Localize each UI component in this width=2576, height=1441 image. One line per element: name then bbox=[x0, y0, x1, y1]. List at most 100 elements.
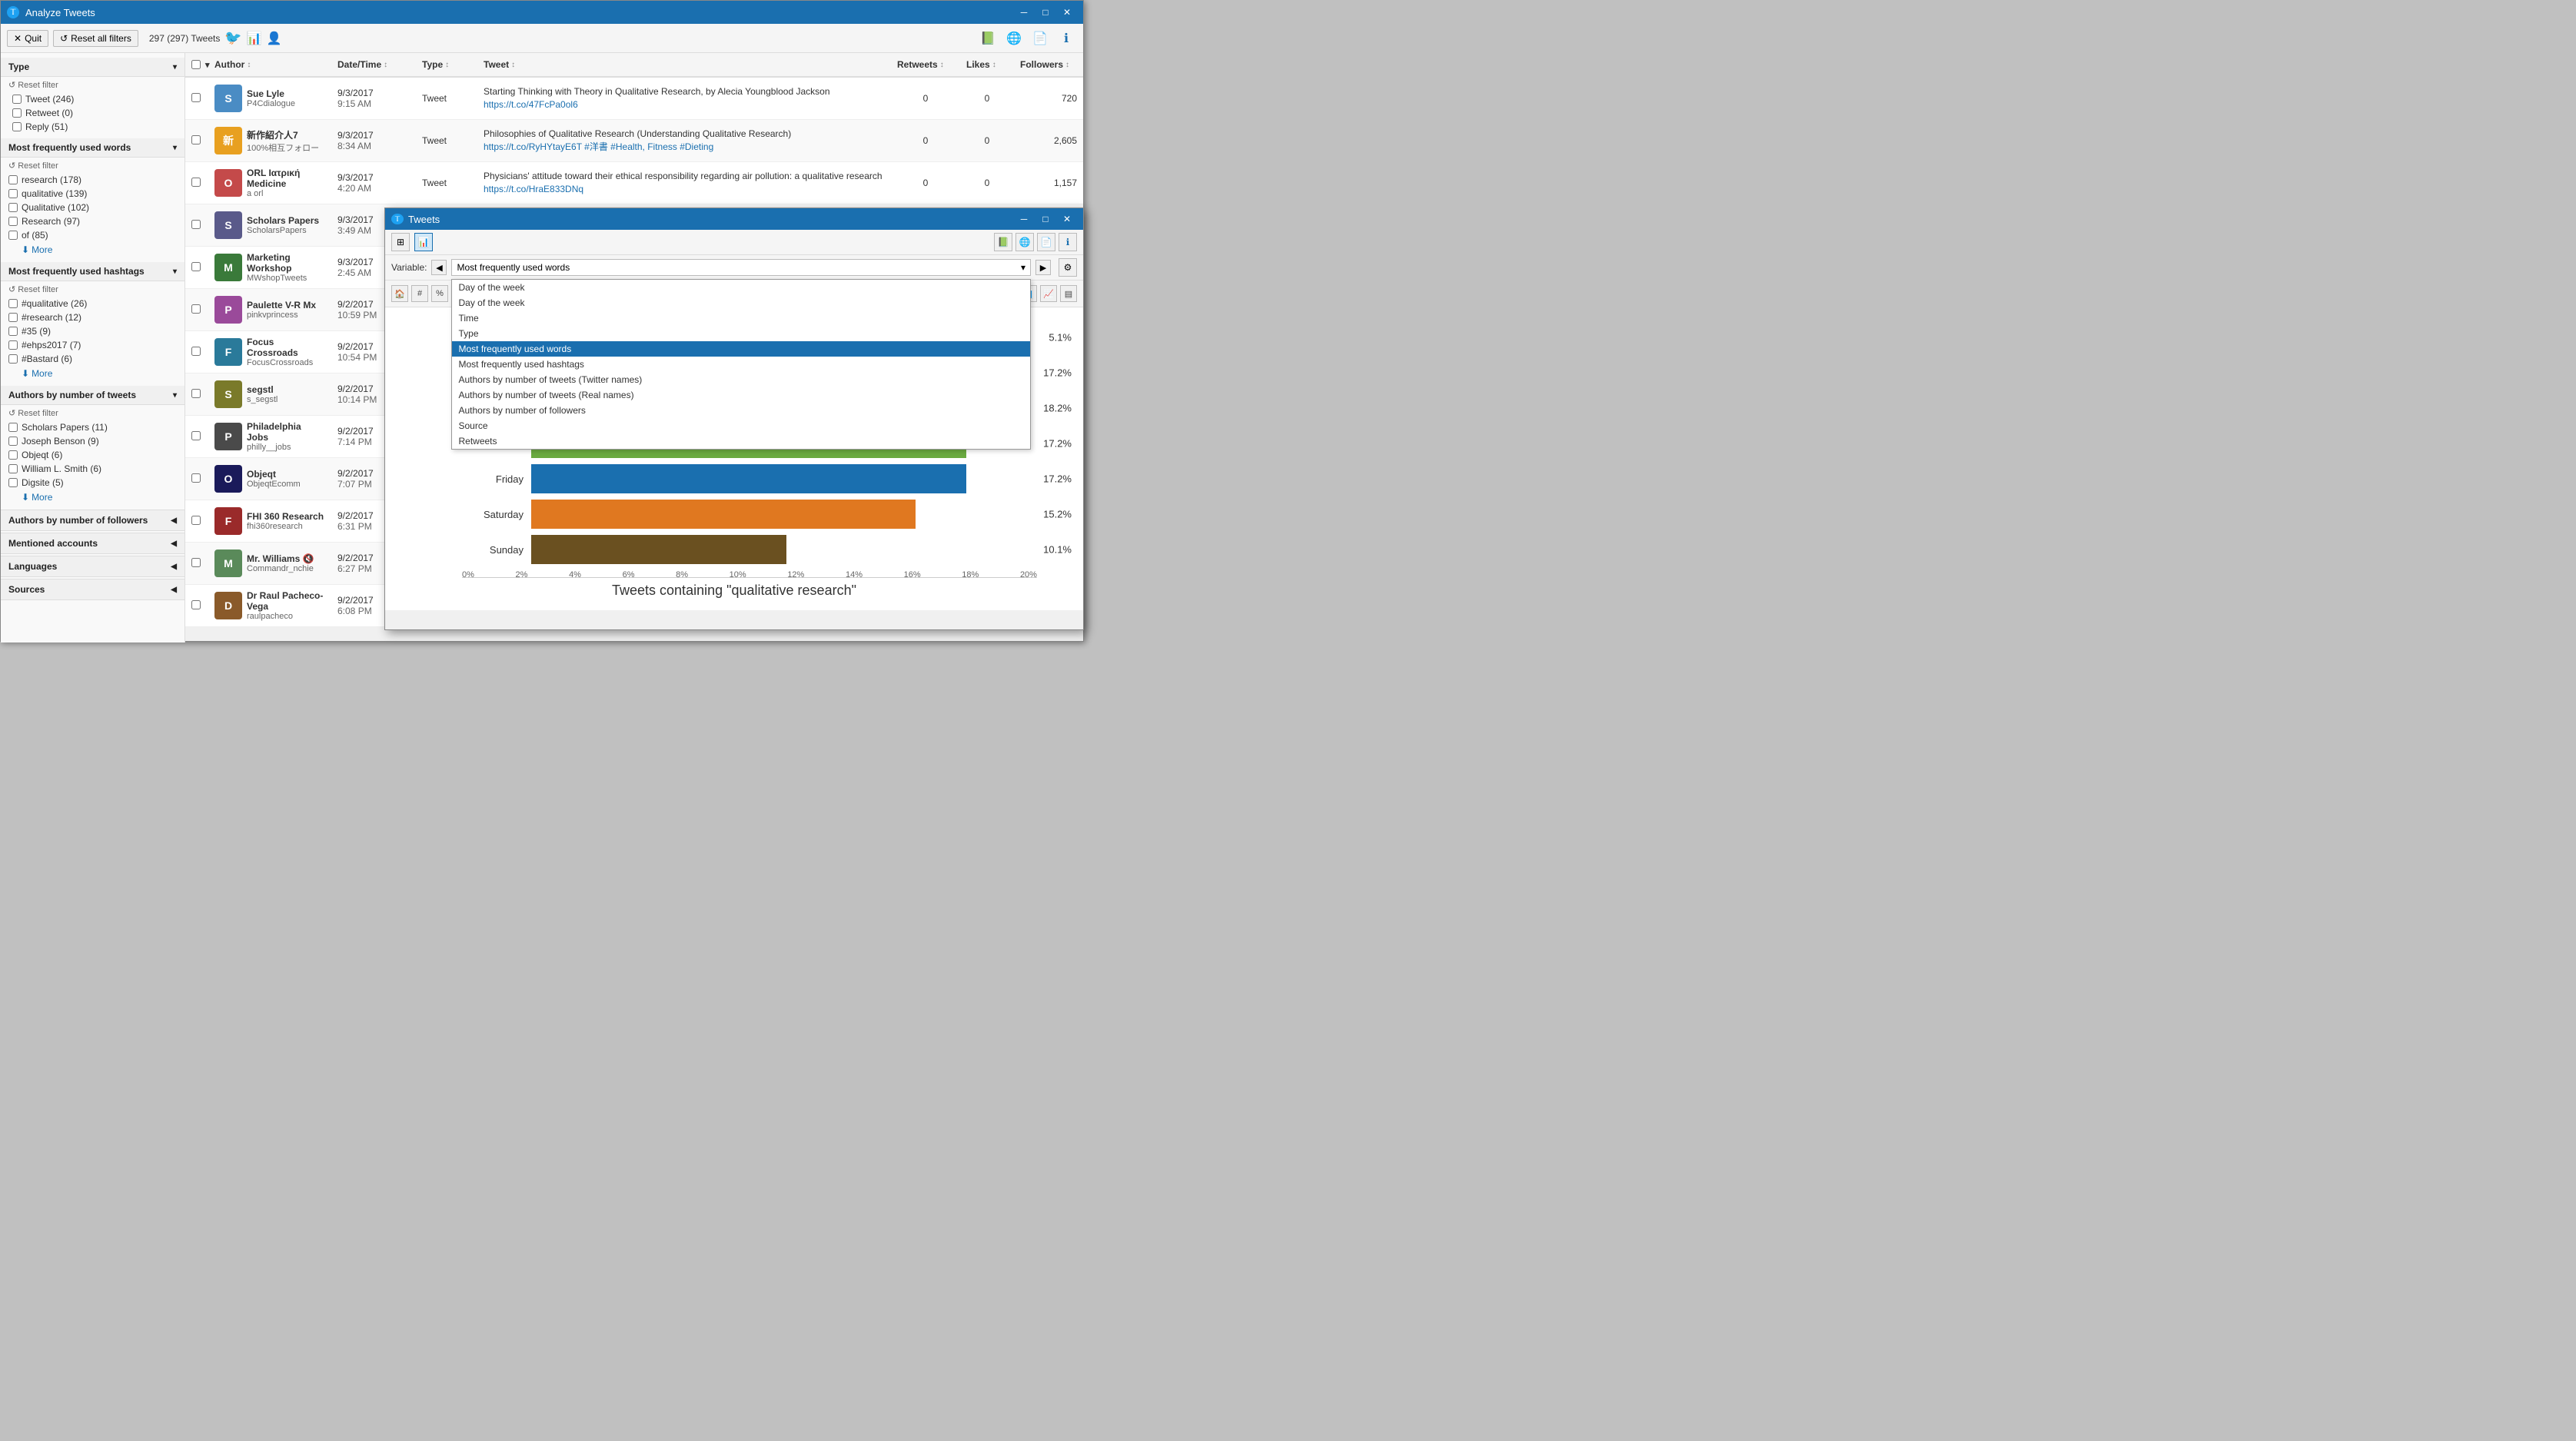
hashtags-more[interactable]: ⬇ More bbox=[22, 366, 177, 381]
dropdown-most-words[interactable]: Most frequently used words bbox=[452, 341, 1030, 357]
tweet-link[interactable]: https://t.co/47FcPa0ol6 bbox=[484, 99, 578, 110]
row-checkbox[interactable] bbox=[191, 600, 201, 609]
word-of-checkbox[interactable] bbox=[8, 231, 18, 240]
col-header-author[interactable]: Author ↕ bbox=[208, 55, 331, 75]
hashtag-research-checkbox[interactable] bbox=[8, 313, 18, 322]
export-icon[interactable]: 📊 bbox=[247, 31, 262, 46]
author-objeqt[interactable]: Objeqt (6) bbox=[8, 448, 177, 462]
author-digsite-checkbox[interactable] bbox=[8, 478, 18, 487]
author-william-smith[interactable]: William L. Smith (6) bbox=[8, 462, 177, 476]
table-view-button[interactable]: ⊞ bbox=[391, 233, 410, 251]
dropdown-retweets[interactable]: Retweets bbox=[452, 433, 1030, 449]
tweets-pdf-button[interactable]: 📄 bbox=[1037, 233, 1055, 251]
tweets-web-button[interactable]: 🌐 bbox=[1015, 233, 1034, 251]
twitter-icon[interactable]: 🐦 bbox=[224, 30, 241, 46]
dropdown-time[interactable]: Time bbox=[452, 310, 1030, 326]
col-header-type[interactable]: Type ↕ bbox=[416, 55, 477, 75]
hashtag-qualitative[interactable]: #qualitative (26) bbox=[8, 297, 177, 310]
tweet-checkbox[interactable] bbox=[12, 95, 22, 104]
filter-tweet[interactable]: Tweet (246) bbox=[12, 92, 177, 106]
alt-chart-btn[interactable]: ▤ bbox=[1060, 285, 1077, 302]
table-row[interactable]: O ORL Ιατρική Medicine a orl 9/3/2017 4:… bbox=[185, 162, 1083, 204]
author-scholars-papers[interactable]: Scholars Papers (11) bbox=[8, 420, 177, 434]
maximize-button[interactable]: □ bbox=[1035, 5, 1055, 20]
hashtag-research[interactable]: #research (12) bbox=[8, 310, 177, 324]
row-checkbox[interactable] bbox=[191, 93, 201, 102]
dropdown-day-of-week-1[interactable]: Day of the week bbox=[452, 280, 1030, 295]
filter-btn-1[interactable]: 🏠 bbox=[391, 285, 408, 302]
authors-tweets-section-header[interactable]: Authors by number of tweets ▾ bbox=[1, 386, 184, 405]
tweets-minimize-button[interactable]: ─ bbox=[1014, 211, 1034, 227]
variable-prev-button[interactable]: ◀ bbox=[431, 260, 447, 275]
author-joseph-benson[interactable]: Joseph Benson (9) bbox=[8, 434, 177, 448]
hashtags-reset-filter[interactable]: ↺ Reset filter bbox=[8, 284, 177, 294]
variable-next-button[interactable]: ▶ bbox=[1035, 260, 1051, 275]
info-button[interactable]: ℹ bbox=[1055, 28, 1077, 49]
line-chart-btn[interactable]: 📈 bbox=[1040, 285, 1057, 302]
reset-filters-button[interactable]: ↺ Reset all filters bbox=[53, 30, 138, 47]
hashtag-qualitative-checkbox[interactable] bbox=[8, 299, 18, 308]
words-more[interactable]: ⬇ More bbox=[22, 242, 177, 257]
word-research-uc[interactable]: Research (97) bbox=[8, 214, 177, 228]
author-joseph-benson-checkbox[interactable] bbox=[8, 437, 18, 446]
dropdown-authors-followers[interactable]: Authors by number of followers bbox=[452, 403, 1030, 418]
type-reset-filter[interactable]: ↺ Reset filter bbox=[8, 80, 177, 90]
row-checkbox[interactable] bbox=[191, 135, 201, 144]
word-qualitative-lc-checkbox[interactable] bbox=[8, 189, 18, 198]
words-section-header[interactable]: Most frequently used words ▾ bbox=[1, 138, 184, 158]
hashtag-ehps-checkbox[interactable] bbox=[8, 340, 18, 350]
author-william-smith-checkbox[interactable] bbox=[8, 464, 18, 473]
tweets-excel-button[interactable]: 📗 bbox=[994, 233, 1012, 251]
author-scholars-papers-checkbox[interactable] bbox=[8, 423, 18, 432]
row-checkbox[interactable] bbox=[191, 558, 201, 567]
hashtag-bastard[interactable]: #Bastard (6) bbox=[8, 352, 177, 366]
user-icon[interactable]: 👤 bbox=[267, 31, 282, 46]
word-qualitative-uc[interactable]: Qualitative (102) bbox=[8, 201, 177, 214]
tweet-link[interactable]: https://t.co/RyHYtayE6T bbox=[484, 141, 582, 152]
dropdown-day-of-week-2[interactable]: Day of the week bbox=[452, 295, 1030, 310]
row-checkbox[interactable] bbox=[191, 431, 201, 440]
dropdown-authors-twitter[interactable]: Authors by number of tweets (Twitter nam… bbox=[452, 372, 1030, 387]
row-checkbox[interactable] bbox=[191, 262, 201, 271]
tweet-link[interactable]: https://t.co/HraE833DNq bbox=[484, 184, 583, 194]
dropdown-authors-real[interactable]: Authors by number of tweets (Real names) bbox=[452, 387, 1030, 403]
dropdown-most-hashtags[interactable]: Most frequently used hashtags bbox=[452, 357, 1030, 372]
row-checkbox[interactable] bbox=[191, 389, 201, 398]
row-checkbox[interactable] bbox=[191, 473, 201, 483]
word-research-checkbox[interactable] bbox=[8, 175, 18, 184]
tweets-maximize-button[interactable]: □ bbox=[1035, 211, 1055, 227]
row-checkbox[interactable] bbox=[191, 304, 201, 314]
col-header-followers[interactable]: Followers ↕ bbox=[1014, 55, 1083, 75]
authors-followers-section[interactable]: Authors by number of followers ◀ bbox=[1, 510, 184, 531]
quit-button[interactable]: ✕ Quit bbox=[7, 30, 48, 47]
word-research-uc-checkbox[interactable] bbox=[8, 217, 18, 226]
languages-section[interactable]: Languages ◀ bbox=[1, 556, 184, 577]
select-all-checkbox[interactable] bbox=[191, 60, 201, 69]
col-header-datetime[interactable]: Date/Time ↕ bbox=[331, 55, 416, 75]
words-reset-filter[interactable]: ↺ Reset filter bbox=[8, 161, 177, 171]
filter-retweet[interactable]: Retweet (0) bbox=[12, 106, 177, 120]
authors-more[interactable]: ⬇ More bbox=[22, 490, 177, 505]
tweets-close-button[interactable]: ✕ bbox=[1057, 211, 1077, 227]
word-qualitative-lc[interactable]: qualitative (139) bbox=[8, 187, 177, 201]
col-header-tweet[interactable]: Tweet ↕ bbox=[477, 55, 891, 75]
table-row[interactable]: S Sue Lyle P4Cdialogue 9/3/2017 9:15 AM … bbox=[185, 78, 1083, 120]
hashtag-bastard-checkbox[interactable] bbox=[8, 354, 18, 364]
web-export-button[interactable]: 🌐 bbox=[1003, 28, 1025, 49]
type-section-header[interactable]: Type ▾ bbox=[1, 58, 184, 77]
word-of[interactable]: of (85) bbox=[8, 228, 177, 242]
variable-select-field[interactable]: Most frequently used words ▾ bbox=[451, 259, 1031, 276]
filter-reply[interactable]: Reply (51) bbox=[12, 120, 177, 134]
authors-tweets-reset[interactable]: ↺ Reset filter bbox=[8, 408, 177, 418]
excel-export-button[interactable]: 📗 bbox=[977, 28, 999, 49]
word-qualitative-uc-checkbox[interactable] bbox=[8, 203, 18, 212]
col-header-retweets[interactable]: Retweets ↕ bbox=[891, 55, 960, 75]
pdf-export-button[interactable]: 📄 bbox=[1029, 28, 1051, 49]
word-research[interactable]: research (178) bbox=[8, 173, 177, 187]
row-checkbox[interactable] bbox=[191, 178, 201, 187]
mentioned-accounts-section[interactable]: Mentioned accounts ◀ bbox=[1, 533, 184, 554]
table-row[interactable]: 新 新作紹介人7 100%相互フォロー 9/3/2017 8:34 AM Twe… bbox=[185, 120, 1083, 162]
author-digsite[interactable]: Digsite (5) bbox=[8, 476, 177, 490]
col-header-likes[interactable]: Likes ↕ bbox=[960, 55, 1014, 75]
hashtag-ehps[interactable]: #ehps2017 (7) bbox=[8, 338, 177, 352]
